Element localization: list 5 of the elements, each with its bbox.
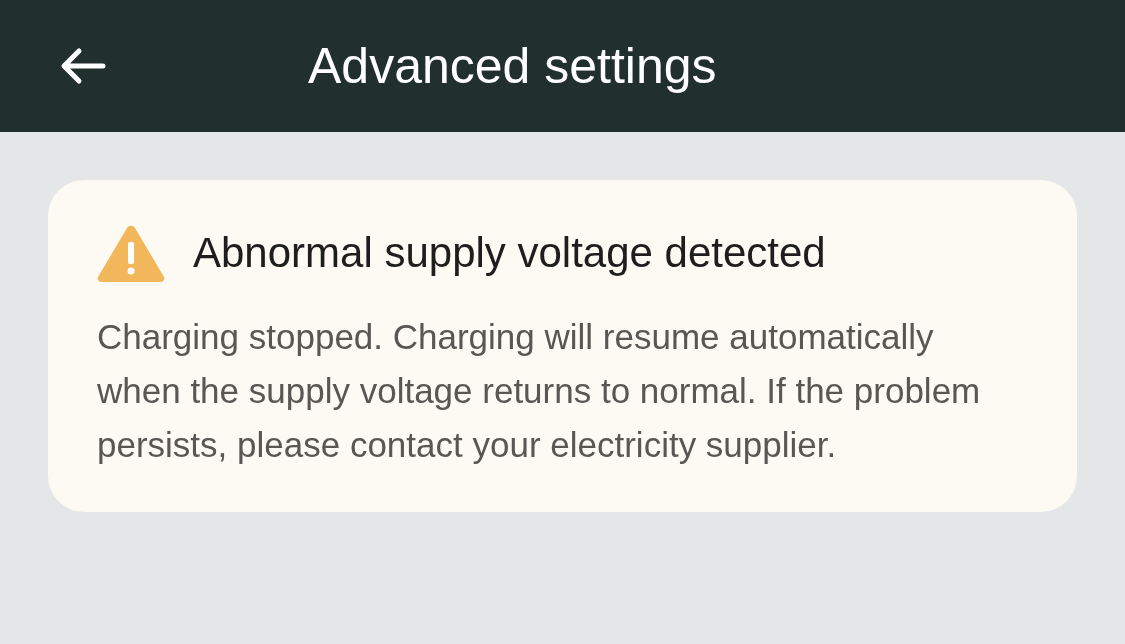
screen-title: Advanced settings [308, 41, 717, 91]
back-arrow-icon [59, 46, 107, 86]
warning-icon [97, 224, 165, 282]
alert-title: Abnormal supply voltage detected [193, 232, 826, 274]
alert-message: Charging stopped. Charging will resume automatically when the supply voltage returns to normal. If the problem persists, please contact your electricity supplier. [97, 316, 982, 466]
